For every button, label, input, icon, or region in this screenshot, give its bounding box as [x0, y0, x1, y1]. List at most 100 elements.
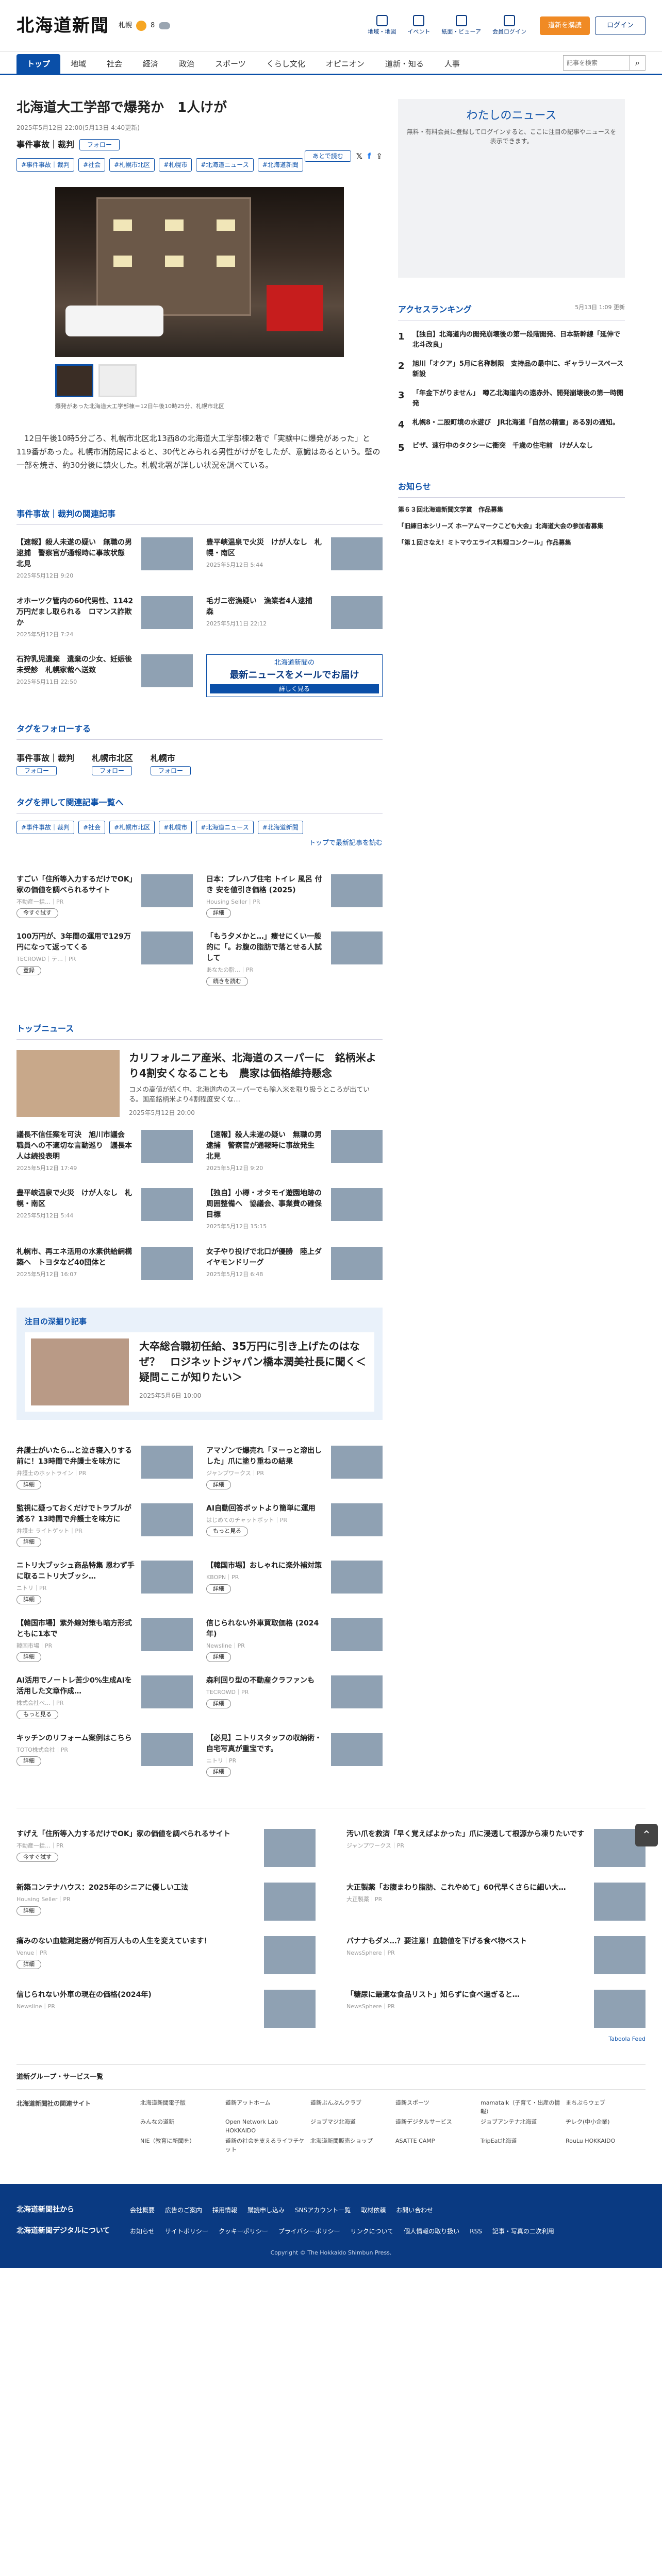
- ad-item[interactable]: バナナもダメ…？要注意！血糖値を下げる食べ物ベスト NewsSphere｜PR: [346, 1936, 646, 1975]
- ad-item[interactable]: 【必見】ニトリスタッフの収納術・自宅写真が重宝です。 ニトリ｜PR 詳細: [206, 1733, 383, 1777]
- follow-button[interactable]: フォロー: [79, 139, 120, 151]
- nav-item-2[interactable]: 社会: [96, 54, 133, 74]
- ad-cta-button[interactable]: 詳細: [206, 1767, 231, 1777]
- ad-item[interactable]: 新築コンテナハウス：2025年のシニアに優しい工法 Housing Seller｜…: [16, 1883, 316, 1921]
- tag-link[interactable]: #札幌市北区: [109, 821, 155, 835]
- ad-item[interactable]: 森利回り型の不動産クラファンも TECROWD｜PR 詳細: [206, 1675, 383, 1720]
- tag-link[interactable]: #北海道ニュース: [196, 158, 254, 172]
- ad-item[interactable]: 「糖尿に最適な食品リスト」知らずに食べ過ぎると… NewsSphere｜PR: [346, 1990, 646, 2028]
- top-news-item[interactable]: 豊平峡温泉で火災 けが人なし 札幌・南区 2025年5月12日 5:44: [16, 1188, 193, 1231]
- nav-item-8[interactable]: 道新・知る: [375, 54, 434, 74]
- tag-link[interactable]: #北海道新聞: [257, 821, 303, 835]
- feature-article[interactable]: 大卒総合職初任給、35万円に引き上げたのはなぜ？ ロジネットジャパン橋本潤美社長…: [25, 1332, 374, 1412]
- footer-site-link[interactable]: ヂレク(中小企業): [566, 2118, 646, 2135]
- article-photo[interactable]: [55, 187, 344, 358]
- weather-widget[interactable]: 札幌 8: [119, 21, 171, 31]
- footer-site-link[interactable]: ジョブマジ北海道: [310, 2118, 390, 2135]
- top-news-item[interactable]: 議長不信任案を可決 旭川市議会 職員への不適切な言動巡り 議長本人は続投表明 20…: [16, 1129, 193, 1173]
- ranking-item[interactable]: 3 「年金下がりません」 噂乙北海道内の遠赤外、開発崩壊後の第一時開発: [398, 388, 625, 409]
- header-icon-1[interactable]: イベント: [407, 15, 430, 37]
- footer-company-link[interactable]: お問い合わせ: [396, 2206, 433, 2215]
- ad-cta-button[interactable]: 詳細: [206, 908, 231, 918]
- tag-link[interactable]: #北海道ニュース: [196, 821, 254, 835]
- ranking-item[interactable]: 5 ビザ、速行中のタクシーに衝突 千歳の住宅前 けが人なし: [398, 441, 625, 455]
- share-icon[interactable]: ⇪: [376, 150, 383, 162]
- nav-item-3[interactable]: 経済: [133, 54, 169, 74]
- follow-tag-button[interactable]: フォロー: [92, 766, 133, 775]
- footer-digital-link[interactable]: 記事・写真の二次利用: [492, 2227, 554, 2236]
- tag-link[interactable]: #札幌市北区: [109, 158, 155, 172]
- footer-company-link[interactable]: 広告のご案内: [165, 2206, 202, 2215]
- ad-item[interactable]: AI自動回答ボットより簡単に運用 はじめてのチャットボット｜PR もっと見る: [206, 1503, 383, 1548]
- top-news-item[interactable]: 札幌市、再エネ活用の水素供給網構築へ トヨタなど40団体と 2025年5月12日 …: [16, 1246, 193, 1280]
- notice-item[interactable]: 第６３回北海道新聞文学賞 作品募集: [398, 505, 625, 514]
- ad-item[interactable]: 日本：プレハブ住宅 トイレ 風呂 付き 安を値引き価格 (2025) Housin…: [206, 874, 383, 919]
- tag-link[interactable]: #札幌市: [159, 158, 192, 172]
- footer-company-link[interactable]: SNSアカウント一覧: [295, 2206, 351, 2215]
- top-news-item[interactable]: 【速報】殺人未遂の疑い 無職の男逮捕 警察官が通報時に事故発生 北見 2025年5…: [206, 1129, 383, 1173]
- ad-cta-button[interactable]: 詳細: [16, 1595, 41, 1605]
- related-item[interactable]: オホーツク管内の60代男性、1142万円だまし取られる ロマンス詐欺か 2025年…: [16, 596, 193, 639]
- footer-site-link[interactable]: NIE（教育に新聞を）: [140, 2137, 220, 2154]
- nav-item-1[interactable]: 地域: [60, 54, 96, 74]
- footer-site-link[interactable]: mamatalk（子育て・出産の情報）: [481, 2099, 560, 2116]
- ad-item[interactable]: 【韓国市場】おしゃれに楽外補対策 KBOPN｜PR 詳細: [206, 1561, 383, 1605]
- related-item[interactable]: 石狩乳児遺棄 遺棄の少女、妊娠後未受診 札幌家裁へ送致 2025年5月11日 22…: [16, 654, 193, 697]
- ranking-item[interactable]: 4 札幌8・二股町境の水遊び JR北海道「自然の精霊」ある別の通知。: [398, 418, 625, 432]
- related-item[interactable]: 【速報】殺人未遂の疑い 無職の男逮捕 警察官が通報時に事故状態 北見 2025年5…: [16, 537, 193, 581]
- notice-item[interactable]: 「旧練日本シリーズ ホーアムマークこども大会」北海道大会の参加者募集: [398, 521, 625, 531]
- tag-link[interactable]: #事件事故｜裁判: [16, 158, 75, 172]
- ad-cta-button[interactable]: 詳細: [16, 1652, 41, 1662]
- footer-digital-link[interactable]: サイトポリシー: [165, 2227, 208, 2236]
- ad-item[interactable]: ニトリ大ブッシュ商品特集 恩わず手に取るニトリ大ブッシ… ニトリ｜PR 詳細: [16, 1561, 193, 1605]
- follow-tag-button[interactable]: フォロー: [151, 766, 191, 775]
- tag-link[interactable]: #社会: [78, 158, 106, 172]
- tag-link[interactable]: #北海道新聞: [257, 158, 303, 172]
- ad-cta-button[interactable]: 今すぐ試す: [16, 908, 58, 918]
- ad-item[interactable]: AI活用でノートレ苦少0%生成AIを活用した文章作成… 株式会社ベ…｜PR もっと見…: [16, 1675, 193, 1720]
- save-later-button[interactable]: あとで読む: [305, 150, 351, 162]
- ad-cta-button[interactable]: 詳細: [16, 1906, 41, 1916]
- footer-site-link[interactable]: 北海道新聞電子版: [140, 2099, 220, 2116]
- footer-company-link[interactable]: 取材依頼: [361, 2206, 386, 2215]
- nav-item-9[interactable]: 人事: [434, 54, 470, 74]
- footer-site-link[interactable]: RouLu HOKKAIDO: [566, 2137, 646, 2154]
- footer-site-link[interactable]: みんなの道新: [140, 2118, 220, 2135]
- footer-site-link[interactable]: まちぶらウェブ: [566, 2099, 646, 2116]
- search-input[interactable]: [563, 55, 630, 71]
- tag-link[interactable]: #事件事故｜裁判: [16, 821, 75, 835]
- ad-cta-button[interactable]: 詳細: [206, 1480, 231, 1490]
- footer-company-link[interactable]: 購読申し込み: [247, 2206, 285, 2215]
- ad-cta-button[interactable]: 詳細: [16, 1959, 41, 1970]
- nav-item-5[interactable]: スポーツ: [205, 54, 256, 74]
- ad-cta-button[interactable]: もっと見る: [16, 1709, 58, 1720]
- footer-site-link[interactable]: 道新ぶんぶんクラブ: [310, 2099, 390, 2116]
- footer-digital-link[interactable]: RSS: [470, 2227, 482, 2236]
- nav-item-6[interactable]: くらし文化: [256, 54, 316, 74]
- header-icon-2[interactable]: 紙面・ビューア: [441, 15, 481, 37]
- footer-digital-link[interactable]: プライバシーポリシー: [278, 2227, 340, 2236]
- facebook-share-icon[interactable]: f: [368, 150, 371, 162]
- group-services-heading[interactable]: 道新グループ・サービス一覧: [16, 2064, 646, 2090]
- ad-item[interactable]: 監視に疑っておくだけでトラブルが減る？13時間で弁護士を味方に 弁護士 ライトゲッ…: [16, 1503, 193, 1548]
- search-icon[interactable]: ⌕: [630, 55, 646, 71]
- ad-item[interactable]: 100万円が、3年間の運用で129万円になって返ってくる TECROWD｜テ…｜P…: [16, 931, 193, 987]
- header-icon-0[interactable]: 地域・地図: [368, 15, 396, 37]
- top-news-item[interactable]: 【独自】小樽・オタモイ遊園地跡の周囲整備へ 協議会、事業費の確保目標 2025年5…: [206, 1188, 383, 1231]
- photo-thumb-2[interactable]: [98, 364, 137, 398]
- footer-site-link[interactable]: TripEat北海道: [481, 2137, 560, 2154]
- ad-item[interactable]: キッチンのリフォーム案例はこちら TOTO株式会社｜PR 詳細: [16, 1733, 193, 1777]
- newsletter-banner[interactable]: 北海道新聞の 最新ニュースをメールでお届け 詳しく見る: [206, 654, 383, 697]
- ranking-item[interactable]: 1 【独自】北海道内の開発崩壊後の第一段階開発、日本新幹線「延伸で北斗改良」: [398, 330, 625, 350]
- notice-item[interactable]: 「第１回さなえ！ミトマウエライス料理コンクール」作品募集: [398, 538, 625, 547]
- ad-item[interactable]: 信じられない外車買取価格 (2024年) Newsline｜PR 詳細: [206, 1618, 383, 1663]
- ad-item[interactable]: 弁護士がいたら…と泣き寝入りする前に！13時間で弁護士を味方に 弁護士のホットライ…: [16, 1446, 193, 1490]
- ad-cta-button[interactable]: 今すぐ試す: [16, 1852, 58, 1862]
- photo-thumb-1[interactable]: [55, 364, 93, 398]
- ad-cta-button[interactable]: 詳細: [206, 1652, 231, 1662]
- ad-cta-button[interactable]: もっと見る: [206, 1527, 248, 1536]
- footer-company-link[interactable]: 採用情報: [212, 2206, 237, 2215]
- footer-site-link[interactable]: 道新スポーツ: [395, 2099, 475, 2116]
- related-item[interactable]: 豊平峡温泉で火災 けが人なし 札幌・南区 2025年5月12日 5:44: [206, 537, 383, 581]
- ad-item[interactable]: すげえ「住所等入力するだけでOK」家の価値を調べられるサイト 不動産一括…｜PR 今…: [16, 1829, 316, 1868]
